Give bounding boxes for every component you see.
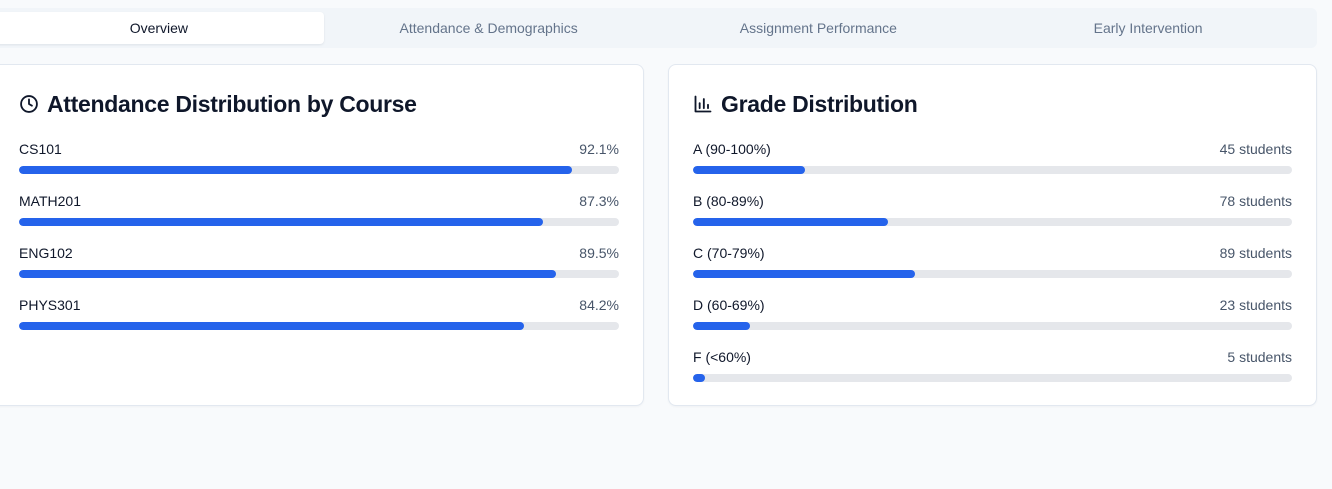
tab-bar: Overview Attendance & Demographics Assig… (0, 8, 1317, 48)
grade-row-value: 89 students (1219, 245, 1292, 261)
attendance-progress-track (19, 218, 619, 226)
grade-row-label: C (70-79%) (693, 245, 765, 261)
grade-row-label: B (80-89%) (693, 193, 764, 209)
grade-row-label: F (<60%) (693, 349, 751, 365)
attendance-rows: CS101 92.1% MATH201 87.3% ENG102 89.5% PHYS301… (19, 139, 619, 347)
grade-progress-fill (693, 374, 706, 382)
attendance-row-label: CS101 (19, 141, 62, 157)
attendance-row-header: PHYS301 84.2% (19, 295, 619, 315)
tab-attendance-demographics[interactable]: Attendance & Demographics (324, 12, 654, 44)
grade-progress-fill (693, 270, 916, 278)
attendance-card-title: Attendance Distribution by Course (19, 89, 417, 119)
attendance-progress-fill (19, 322, 525, 330)
grade-row-label: A (90-100%) (693, 141, 771, 157)
attendance-row-value: 89.5% (579, 245, 619, 261)
grade-row: F (<60%) 5 students (693, 347, 1292, 399)
attendance-row-header: ENG102 89.5% (19, 243, 619, 263)
tab-assignment-performance[interactable]: Assignment Performance (654, 12, 984, 44)
attendance-row: PHYS301 84.2% (19, 295, 619, 347)
attendance-title-text: Attendance Distribution by Course (47, 90, 417, 117)
grade-rows: A (90-100%) 45 students B (80-89%) 78 stude… (693, 139, 1292, 399)
grade-row-header: C (70-79%) 89 students (693, 243, 1292, 263)
attendance-row: ENG102 89.5% (19, 243, 619, 295)
attendance-card: Attendance Distribution by Course CS101 9… (0, 64, 644, 406)
attendance-progress-fill (19, 166, 572, 174)
attendance-row-value: 92.1% (579, 141, 619, 157)
grade-row-header: B (80-89%) 78 students (693, 191, 1292, 211)
attendance-row-label: PHYS301 (19, 297, 81, 313)
tab-overview[interactable]: Overview (0, 12, 324, 44)
grade-progress-fill (693, 218, 888, 226)
grade-progress-fill (693, 166, 806, 174)
attendance-row-label: MATH201 (19, 193, 81, 209)
grade-progress-track (693, 322, 1292, 330)
attendance-row-header: CS101 92.1% (19, 139, 619, 159)
attendance-row-label: ENG102 (19, 245, 73, 261)
grade-row-value: 45 students (1219, 141, 1292, 157)
attendance-progress-fill (19, 218, 543, 226)
grade-progress-track (693, 166, 1292, 174)
tab-early-intervention[interactable]: Early Intervention (983, 12, 1313, 44)
attendance-progress-track (19, 322, 619, 330)
grade-row-value: 78 students (1219, 193, 1292, 209)
attendance-row: CS101 92.1% (19, 139, 619, 191)
grade-card-title: Grade Distribution (693, 89, 918, 119)
attendance-row-value: 84.2% (579, 297, 619, 313)
attendance-progress-track (19, 166, 619, 174)
grade-row-header: D (60-69%) 23 students (693, 295, 1292, 315)
grade-progress-track (693, 218, 1292, 226)
grade-row: D (60-69%) 23 students (693, 295, 1292, 347)
grade-card: Grade Distribution A (90-100%) 45 student… (668, 64, 1317, 406)
grade-row-value: 23 students (1219, 297, 1292, 313)
grade-row: A (90-100%) 45 students (693, 139, 1292, 191)
grade-row-header: F (<60%) 5 students (693, 347, 1292, 367)
grade-title-text: Grade Distribution (721, 90, 918, 117)
attendance-row: MATH201 87.3% (19, 191, 619, 243)
grade-row-header: A (90-100%) 45 students (693, 139, 1292, 159)
attendance-progress-fill (19, 270, 556, 278)
attendance-row-value: 87.3% (579, 193, 619, 209)
grade-row-label: D (60-69%) (693, 297, 765, 313)
grade-progress-track (693, 374, 1292, 382)
grade-row: B (80-89%) 78 students (693, 191, 1292, 243)
grade-row: C (70-79%) 89 students (693, 243, 1292, 295)
grade-row-value: 5 students (1227, 349, 1292, 365)
grade-progress-track (693, 270, 1292, 278)
grade-progress-fill (693, 322, 751, 330)
attendance-progress-track (19, 270, 619, 278)
clock-icon (20, 95, 38, 113)
attendance-row-header: MATH201 87.3% (19, 191, 619, 211)
bar-chart-icon (694, 95, 712, 113)
